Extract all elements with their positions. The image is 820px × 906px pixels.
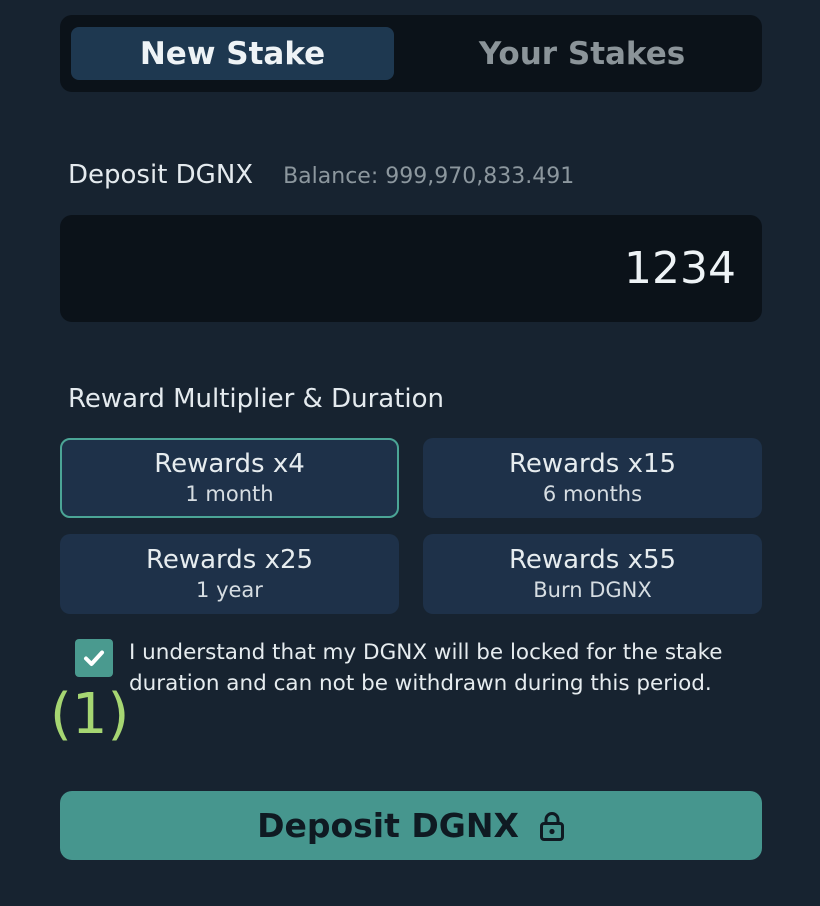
- deposit-button-label: Deposit DGNX: [257, 806, 519, 845]
- deposit-header: Deposit DGNX Balance: 999,970,833.491: [68, 160, 574, 190]
- consent-checkbox[interactable]: [75, 639, 113, 677]
- amount-input[interactable]: [134, 242, 738, 295]
- option-title: Rewards x25: [145, 545, 314, 575]
- option-title: Rewards x15: [508, 449, 677, 479]
- deposit-label: Deposit DGNX: [68, 160, 254, 190]
- deposit-button[interactable]: Deposit DGNX: [60, 791, 762, 860]
- tab-new-stake[interactable]: New Stake: [71, 27, 394, 80]
- stake-page: New Stake Your Stakes Deposit DGNX Balan…: [0, 0, 820, 906]
- option-rewards-x4[interactable]: Rewards x4 1 month: [60, 438, 399, 518]
- multiplier-label: Reward Multiplier & Duration: [68, 384, 445, 414]
- option-rewards-x55[interactable]: Rewards x55 Burn DGNX: [423, 534, 762, 614]
- stake-tabs: New Stake Your Stakes: [60, 15, 762, 92]
- option-duration: 1 year: [196, 578, 263, 602]
- option-duration: 6 months: [542, 482, 643, 506]
- option-title: Rewards x4: [154, 449, 305, 479]
- annotation-label: (1): [50, 682, 130, 747]
- option-title: Rewards x55: [508, 545, 677, 575]
- amount-field-container: [60, 215, 762, 322]
- option-rewards-x15[interactable]: Rewards x15 6 months: [423, 438, 762, 518]
- checkmark-icon: [84, 650, 104, 666]
- lock-icon: [539, 811, 564, 841]
- balance-text: Balance: 999,970,833.491: [283, 164, 575, 189]
- option-duration: 1 month: [185, 482, 274, 506]
- option-rewards-x25[interactable]: Rewards x25 1 year: [60, 534, 399, 614]
- consent-text: I understand that my DGNX will be locked…: [129, 640, 723, 696]
- option-duration: Burn DGNX: [533, 578, 652, 602]
- tab-your-stakes[interactable]: Your Stakes: [417, 27, 747, 80]
